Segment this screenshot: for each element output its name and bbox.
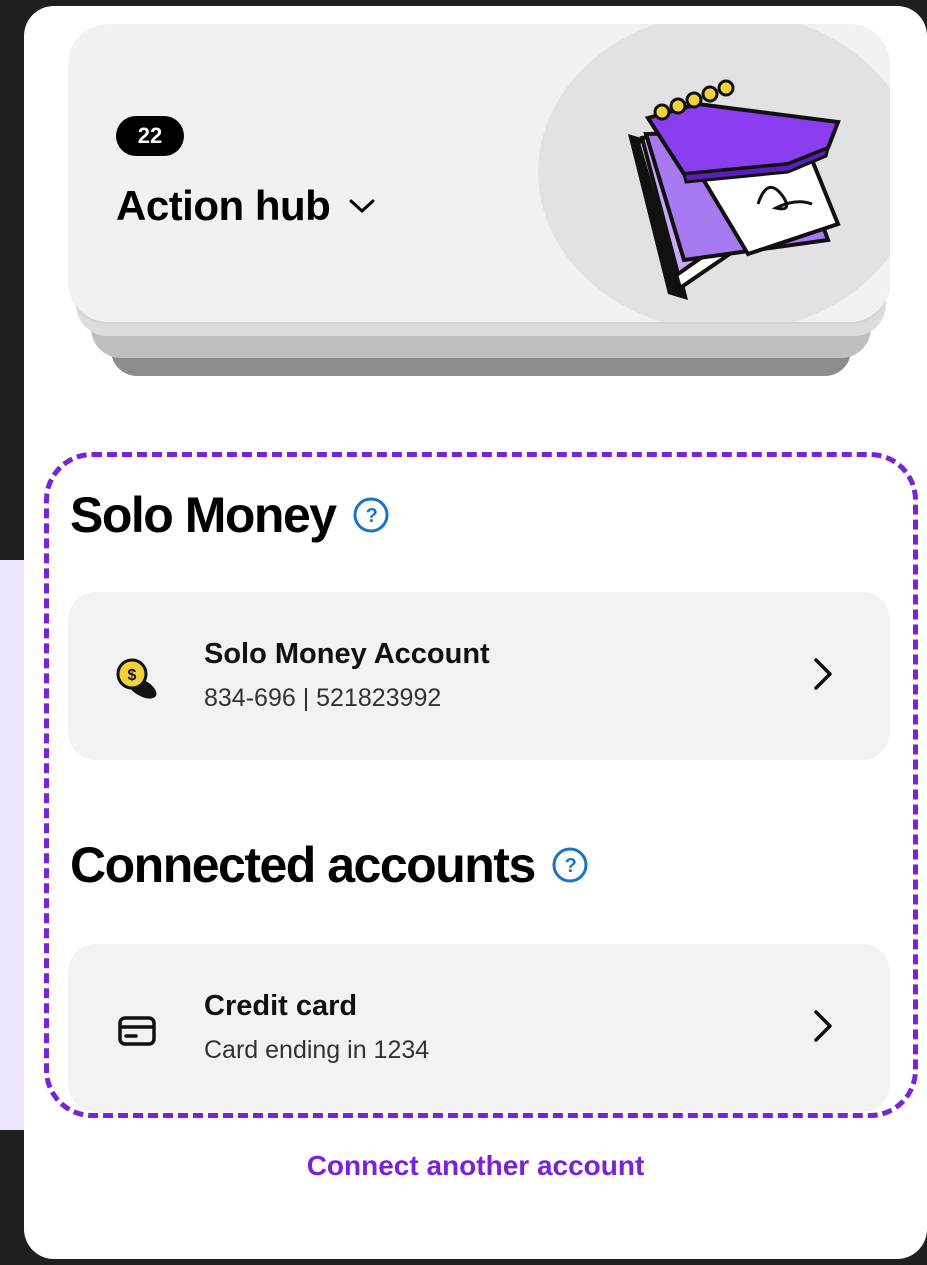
connected-accounts-heading: Connected accounts ?	[70, 836, 589, 894]
connect-another-account-link[interactable]: Connect another account	[24, 1150, 927, 1182]
solo-money-account-row[interactable]: $ Solo Money Account 834-696 | 521823992	[68, 592, 890, 760]
account-title: Solo Money Account	[204, 638, 490, 670]
credit-card-icon	[118, 1016, 156, 1046]
coin-icon: $	[116, 658, 157, 699]
svg-text:?: ?	[564, 855, 576, 877]
action-hub-title[interactable]: Action hub	[116, 182, 376, 230]
help-icon[interactable]: ?	[352, 496, 390, 534]
chevron-right-icon	[814, 1010, 832, 1042]
app-screen: 22 Action hub Solo Money ? $ Solo Money …	[24, 6, 927, 1259]
chevron-right-icon	[814, 658, 832, 690]
solo-money-heading-text: Solo Money	[70, 487, 337, 543]
solo-money-heading: Solo Money ?	[70, 486, 390, 544]
card-ending: Card ending in 1234	[204, 1036, 430, 1064]
help-icon[interactable]: ?	[551, 846, 589, 884]
chevron-down-icon	[349, 199, 375, 213]
action-hub-label: Action hub	[116, 182, 331, 229]
svg-text:?: ?	[365, 505, 377, 527]
credit-card-account-row[interactable]: Credit card Card ending in 1234	[68, 944, 890, 1112]
account-title: Credit card	[204, 990, 358, 1022]
svg-text:$: $	[128, 667, 137, 684]
action-hub-card[interactable]: 22 Action hub	[68, 24, 890, 322]
notebook-illustration	[628, 79, 841, 300]
account-number: 834-696 | 521823992	[204, 684, 442, 712]
connected-accounts-heading-text: Connected accounts	[70, 837, 536, 893]
notification-count-badge: 22	[116, 116, 184, 156]
